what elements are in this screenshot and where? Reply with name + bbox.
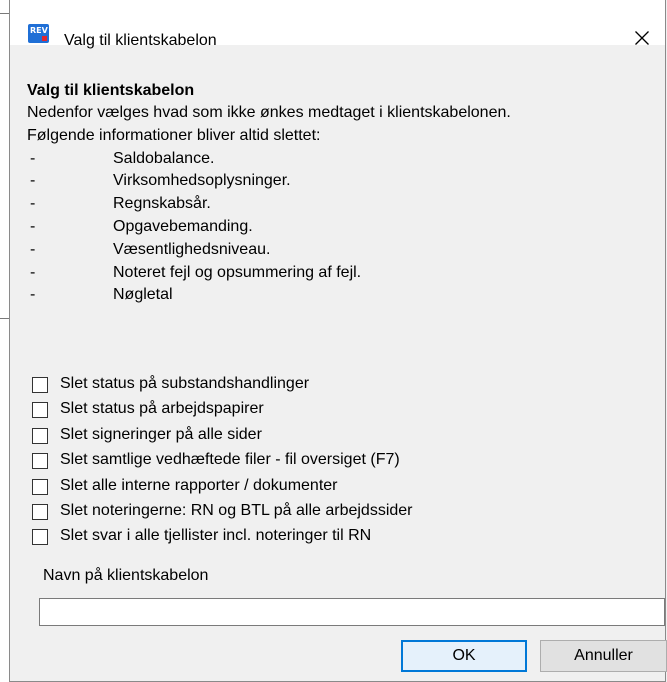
- logo-dot: [42, 36, 47, 41]
- deleted-item-text: Saldobalance.: [113, 149, 215, 167]
- bullet-dash: -: [30, 195, 36, 213]
- always-deleted-text: Følgende informationer bliver altid slet…: [27, 126, 321, 144]
- option-checkbox[interactable]: [32, 503, 48, 520]
- option-label[interactable]: Slet noteringerne: RN og BTL på alle arb…: [60, 501, 413, 521]
- option-label[interactable]: Slet alle interne rapporter / dokumenter: [60, 476, 337, 496]
- bullet-dash: -: [30, 149, 36, 167]
- bullet-dash: -: [30, 172, 36, 190]
- template-name-input[interactable]: [39, 598, 665, 626]
- deleted-item: - Virksomhedsoplysninger.: [27, 170, 655, 193]
- info-section: Valg til klientskabelon Nedenfor vælges …: [27, 76, 655, 307]
- option-label[interactable]: Slet status på substandshandlinger: [60, 374, 309, 394]
- deleted-item-text: Væsentlighedsniveau.: [113, 240, 271, 258]
- deleted-item: - Noteret fejl og opsummering af fejl.: [27, 262, 655, 285]
- option-label[interactable]: Slet status på arbejdspapirer: [60, 399, 264, 419]
- deleted-item-text: Regnskabsår.: [113, 195, 211, 213]
- option-label[interactable]: Slet signeringer på alle sider: [60, 425, 262, 445]
- bullet-dash: -: [30, 217, 36, 235]
- section-heading: Valg til klientskabelon: [27, 82, 195, 99]
- deleted-item: - Regnskabsår.: [27, 193, 655, 216]
- intro-text: Nedenfor vælges hvad som ikke ønkes medt…: [27, 104, 511, 121]
- option-label[interactable]: Slet samtlige vedhæftede filer - fil ove…: [60, 450, 400, 470]
- option-label[interactable]: Slet svar i alle tjellister incl. noteri…: [60, 526, 371, 546]
- deleted-item-text: Nøgletal: [113, 286, 173, 304]
- options-dialog: REV Valg til klientskabelon Valg til kli…: [9, 0, 667, 682]
- deleted-items-list: - Saldobalance. - Virksomhedsoplysninger. - R…: [27, 148, 655, 308]
- template-name-label: Navn på klientskabelon: [43, 567, 209, 584]
- deleted-item-text: Opgavebemanding.: [113, 217, 253, 235]
- bullet-dash: -: [30, 263, 36, 281]
- close-icon: [635, 31, 649, 45]
- option-checkbox[interactable]: [32, 377, 48, 393]
- logo-text: REV: [30, 26, 48, 35]
- deleted-item: - Væsentlighedsniveau.: [27, 239, 655, 262]
- title-bar[interactable]: REV Valg til klientskabelon: [10, 0, 665, 49]
- option-checkbox[interactable]: [32, 402, 48, 419]
- option-checkbox[interactable]: [32, 529, 48, 546]
- deleted-item: - Saldobalance.: [27, 148, 655, 171]
- close-button[interactable]: [625, 24, 659, 52]
- bullet-dash: -: [30, 286, 36, 304]
- deleted-item: - Nøgletal: [27, 284, 655, 307]
- cancel-button[interactable]: Annuller: [540, 640, 667, 672]
- option-checkbox[interactable]: [32, 427, 48, 444]
- bullet-dash: -: [30, 240, 36, 258]
- window-title: Valg til klientskabelon: [64, 32, 217, 49]
- deleted-item: - Opgavebemanding.: [27, 216, 655, 239]
- option-checkbox[interactable]: [32, 478, 48, 495]
- app-logo-icon: REV: [28, 24, 49, 43]
- deleted-item-text: Noteret fejl og opsummering af fejl.: [113, 263, 362, 281]
- deleted-item-text: Virksomhedsoplysninger.: [113, 172, 291, 190]
- option-checkbox[interactable]: [32, 453, 48, 470]
- ok-button[interactable]: OK: [401, 640, 527, 672]
